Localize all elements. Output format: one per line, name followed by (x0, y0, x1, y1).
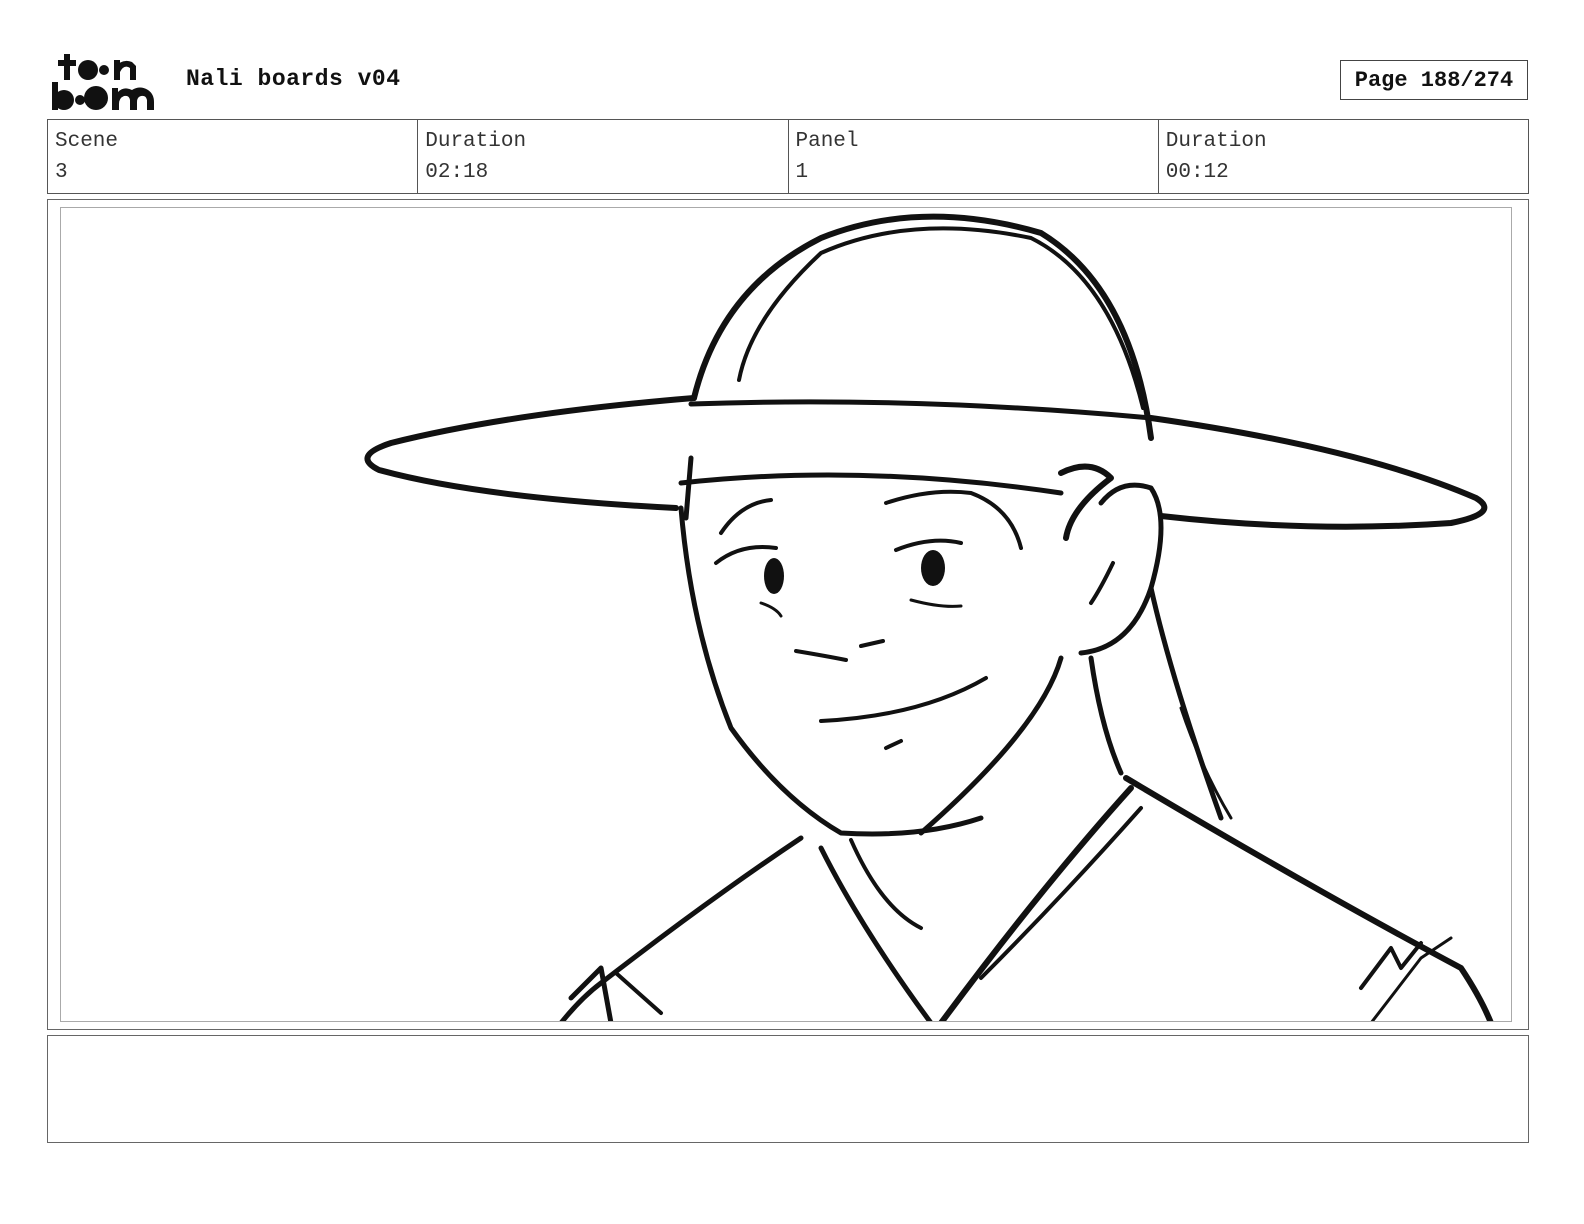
storyboard-panel (60, 207, 1512, 1022)
scene-value: 3 (55, 161, 68, 184)
project-title: Nali boards v04 (186, 66, 401, 92)
scene-info-table: Scene 3 Duration 02:18 Panel 1 Duration … (47, 119, 1529, 194)
panel-duration-cell: Duration 00:12 (1159, 120, 1528, 193)
toon-boom-logo (50, 50, 166, 112)
panel-label: Panel (795, 130, 859, 153)
scene-duration-value: 02:18 (425, 161, 489, 184)
scene-duration-label: Duration (425, 130, 527, 153)
scene-duration-cell: Duration 02:18 (418, 120, 789, 193)
panel-cell: Panel 1 (789, 120, 1159, 193)
panel-duration-label: Duration (1165, 130, 1267, 153)
character-sketch (364, 213, 1494, 1021)
panel-value: 1 (795, 161, 809, 184)
page-indicator: Page 188/274 (1340, 60, 1528, 100)
panel-duration-value: 00:12 (1165, 161, 1229, 184)
storyboard-panel-frame (47, 199, 1529, 1030)
panel-notes-box[interactable] (47, 1035, 1529, 1143)
scene-label: Scene (55, 130, 119, 153)
scene-cell: Scene 3 (48, 120, 419, 193)
